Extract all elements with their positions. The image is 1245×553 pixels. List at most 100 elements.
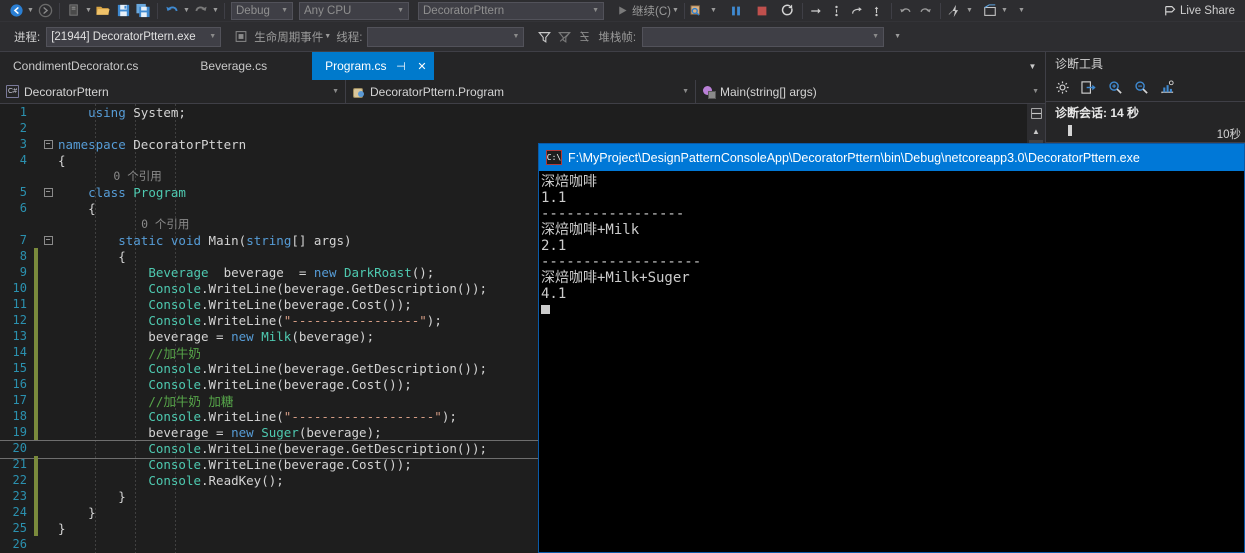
continue-button-label[interactable]: 继续(C) [632,3,671,19]
save-all-icon[interactable] [133,2,153,20]
console-output-area[interactable]: 深焙咖啡 1.1 ----------------- 深焙咖啡+Milk 2.1… [539,171,1244,552]
startup-project-dropdown[interactable]: DecoratorPttern ▼ [418,1,604,20]
window-layout-dropdown-icon[interactable]: ▼ [1000,2,1009,20]
line-number: 10 [12,281,27,295]
export-icon[interactable] [1081,80,1097,95]
redo-icon[interactable] [191,2,211,20]
continue-dropdown-icon[interactable]: ▼ [671,2,680,20]
navigate-back-dropdown-icon[interactable]: ▼ [26,2,35,20]
new-item-dropdown-icon[interactable]: ▼ [84,2,93,20]
scroll-up-icon[interactable]: ▲ [1027,122,1045,140]
filter-off-icon[interactable] [554,28,574,46]
hot-reload-icon[interactable] [945,2,965,20]
toolbar-overflow-icon[interactable]: ▼ [1017,2,1026,20]
navbar-project-dropdown[interactable]: C# DecoratorPttern ▼ [0,79,346,104]
change-indicator [34,200,38,216]
tab-overflow-chevron-icon[interactable]: ▼ [1020,52,1045,80]
change-indicator [34,248,38,264]
codelens-reference-count[interactable]: 0 个引用 [58,217,189,231]
code-line[interactable]: 1 using System; [0,104,1027,120]
line-number: 6 [19,201,27,215]
navigate-forward-icon[interactable] [35,2,55,20]
close-icon[interactable]: ✕ [415,60,428,73]
toolbar-separator [890,2,892,19]
chevron-down-icon: ▼ [872,33,880,40]
undo-icon[interactable] [162,2,182,20]
save-icon[interactable] [113,2,133,20]
codelens-reference-count[interactable]: 0 个引用 [58,169,161,183]
process-dropdown[interactable]: [21944] DecoratorPttern.exe ▼ [46,26,222,47]
line-number: 25 [12,521,27,535]
fold-toggle[interactable]: − [38,139,58,149]
continue-play-icon[interactable] [612,2,632,20]
console-title-bar[interactable]: C:\ F:\MyProject\DesignPatternConsoleApp… [539,144,1244,171]
change-indicator [34,152,38,168]
lifecycle-dropdown-icon[interactable]: ▼ [323,28,332,46]
line-number: 1 [19,105,27,119]
line-number: 16 [12,377,27,391]
break-all-icon[interactable] [689,2,709,20]
navigate-back-icon[interactable] [6,2,26,20]
redo-icon[interactable] [916,2,936,20]
redo-dropdown-icon[interactable]: ▼ [211,2,220,20]
change-indicator [34,472,38,488]
lifecycle-events-label[interactable]: 生命周期事件 [254,29,323,45]
solution-configuration-dropdown[interactable]: Debug ▼ [231,1,293,20]
flag-icon[interactable] [574,28,594,46]
toolbar-separator [59,2,60,19]
step-up-icon[interactable] [867,2,887,20]
line-number: 4 [19,153,27,167]
method-icon [702,85,716,99]
process-value: [21944] DecoratorPttern.exe [51,30,196,43]
change-indicator [34,328,38,344]
change-indicator [34,120,38,136]
live-share-label[interactable]: Live Share [1180,5,1235,17]
fold-toggle[interactable]: − [38,235,58,245]
tab-program[interactable]: Program.cs ⊣ ✕ [312,52,435,80]
pause-icon[interactable] [726,2,746,20]
stackframe-dropdown[interactable]: ▼ [642,26,885,47]
window-layout-icon[interactable] [980,2,1000,20]
zoom-in-icon[interactable] [1108,80,1123,95]
live-share-icon[interactable] [1162,2,1180,20]
console-output-text: 深焙咖啡 1.1 ----------------- 深焙咖啡+Milk 2.1… [541,174,702,302]
open-file-icon[interactable] [93,2,113,20]
solution-platform-dropdown[interactable]: Any CPU ▼ [299,1,409,20]
filter-icon[interactable] [534,28,554,46]
code-line[interactable]: 2 [0,120,1027,136]
navbar-type-dropdown[interactable]: DecoratorPttern.Program ▼ [346,79,696,104]
solution-configuration-value: Debug [236,4,270,17]
navbar-member-dropdown[interactable]: Main(string[] args) ▼ [696,80,1045,104]
step-into-icon[interactable] [827,2,847,20]
toolbar-separator [157,2,158,19]
restart-icon[interactable] [778,2,798,20]
split-view-icon[interactable] [1027,104,1045,122]
zoom-out-icon[interactable] [1134,80,1149,95]
diagnostic-tools-toolbar [1046,74,1245,102]
tab-beverage[interactable]: Beverage.cs [187,52,280,80]
new-item-icon[interactable] [64,2,84,20]
hot-reload-dropdown-icon[interactable]: ▼ [965,2,974,20]
undo-icon[interactable] [896,2,916,20]
pin-icon[interactable]: ⊣ [394,60,407,73]
tab-label: CondimentDecorator.cs [13,59,139,73]
debug-toolbar-overflow-icon[interactable]: ▼ [893,28,902,46]
line-number: 5 [19,185,27,199]
thread-dropdown[interactable]: ▼ [367,26,525,47]
bar-chart-icon[interactable] [1160,80,1175,95]
undo-dropdown-icon[interactable]: ▼ [182,2,191,20]
tab-condiment-decorator[interactable]: CondimentDecorator.cs [0,52,151,80]
break-all-dropdown-icon[interactable]: ▼ [709,2,718,20]
step-over-icon[interactable] [807,2,827,20]
gear-icon[interactable] [1055,80,1070,95]
lifecycle-events-icon[interactable] [231,28,251,46]
line-number: 7 [19,233,27,247]
change-indicator [34,440,38,456]
step-out-icon[interactable] [847,2,867,20]
console-window[interactable]: C:\ F:\MyProject\DesignPatternConsoleApp… [538,143,1245,553]
class-icon [352,85,365,98]
solution-platform-value: Any CPU [304,4,352,17]
line-number: 19 [12,425,27,439]
stop-icon[interactable] [752,2,772,20]
fold-toggle[interactable]: − [38,187,58,197]
